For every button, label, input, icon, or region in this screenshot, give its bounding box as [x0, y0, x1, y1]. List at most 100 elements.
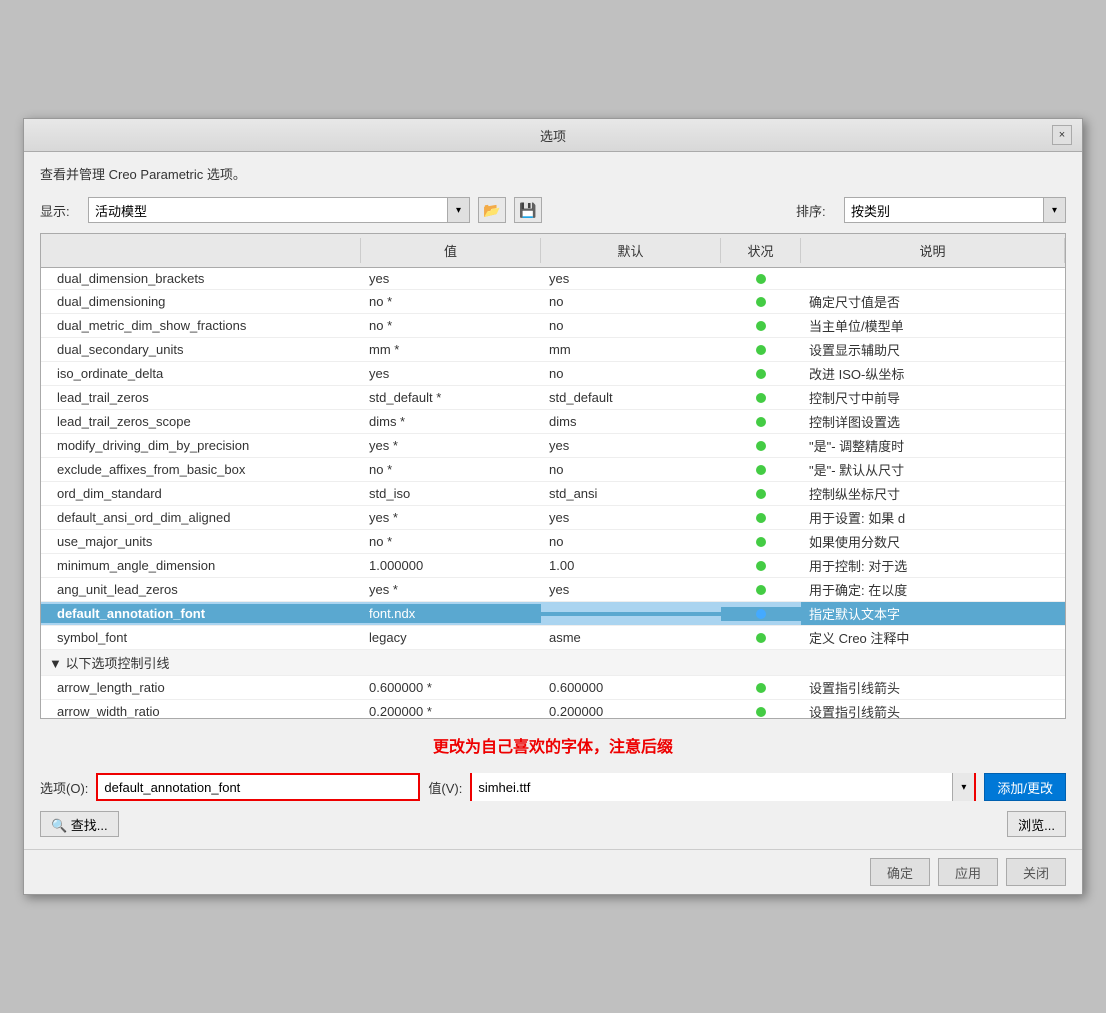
sort-dropdown-container: 按类别 ▾: [844, 197, 1066, 223]
row-name: use_major_units: [41, 532, 361, 551]
close-button[interactable]: 关闭: [1006, 858, 1066, 886]
status-dot: [756, 297, 766, 307]
table-row[interactable]: ang_unit_lead_zeros yes * yes 用于确定: 在以度: [41, 578, 1065, 602]
row-value: no *: [361, 316, 541, 335]
confirm-button[interactable]: 确定: [870, 858, 930, 886]
status-dot: [756, 537, 766, 547]
row-name: default_ansi_ord_dim_aligned: [41, 508, 361, 527]
table-row[interactable]: lead_trail_zeros_scope dims * dims 控制详图设…: [41, 410, 1065, 434]
row-default: 0.200000: [541, 702, 721, 718]
row-value: std_default *: [361, 388, 541, 407]
save-icon[interactable]: 💾: [514, 197, 542, 223]
row-default: yes: [541, 508, 721, 527]
open-folder-icon[interactable]: 📂: [478, 197, 506, 223]
display-dropdown-arrow[interactable]: ▾: [448, 197, 470, 223]
table-row[interactable]: default_ansi_ord_dim_aligned yes * yes 用…: [41, 506, 1065, 530]
table-row[interactable]: arrow_length_ratio 0.600000 * 0.600000 设…: [41, 676, 1065, 700]
status-dot: [756, 513, 766, 523]
row-default: no: [541, 460, 721, 479]
group-header[interactable]: ▼ 以下选项控制引线: [41, 650, 1065, 676]
row-value: dims *: [361, 412, 541, 431]
row-default: [541, 612, 721, 616]
row-value: std_iso: [361, 484, 541, 503]
row-default: mm: [541, 340, 721, 359]
row-status: [721, 583, 801, 597]
value-input[interactable]: [472, 773, 952, 801]
row-desc: 控制尺寸中前导: [801, 386, 1065, 409]
row-value: yes: [361, 364, 541, 383]
search-row: 🔍 查找... 浏览...: [40, 811, 1066, 837]
row-desc: 用于控制: 对于选: [801, 554, 1065, 577]
row-status: [721, 487, 801, 501]
search-button[interactable]: 🔍 查找...: [40, 811, 119, 837]
status-dot: [756, 465, 766, 475]
status-dot: [756, 585, 766, 595]
apply-button[interactable]: 应用: [938, 858, 998, 886]
status-dot: [756, 683, 766, 693]
status-dot: [756, 345, 766, 355]
table-body[interactable]: dual_dimension_brackets yes yes dual_dim…: [41, 268, 1065, 718]
toolbar-row: 显示: 活动模型 ▾ 📂 💾 排序: 按类别 ▾: [40, 197, 1066, 223]
row-name: symbol_font: [41, 628, 361, 647]
add-change-button[interactable]: 添加/更改: [984, 773, 1066, 801]
row-status: [721, 439, 801, 453]
table-row-selected[interactable]: default_annotation_font font.ndx 指定默认文本字: [41, 602, 1065, 626]
row-desc: 控制纵坐标尺寸: [801, 482, 1065, 505]
table-row[interactable]: dual_metric_dim_show_fractions no * no 当…: [41, 314, 1065, 338]
table-row[interactable]: dual_dimension_brackets yes yes: [41, 268, 1065, 290]
group-header-label: ▼ 以下选项控制引线: [49, 653, 169, 672]
browse-button[interactable]: 浏览...: [1007, 811, 1066, 837]
row-desc: "是"- 调整精度时: [801, 434, 1065, 457]
table-row[interactable]: arrow_width_ratio 0.200000 * 0.200000 设置…: [41, 700, 1065, 718]
row-value: yes: [361, 269, 541, 288]
col-desc: 说明: [801, 238, 1065, 263]
row-name: ang_unit_lead_zeros: [41, 580, 361, 599]
option-name-input[interactable]: [98, 775, 418, 799]
dialog-title: 选项: [54, 126, 1052, 145]
table-header: 值 默认 状况 说明: [41, 234, 1065, 268]
value-dropdown-arrow[interactable]: ▾: [952, 773, 974, 801]
row-name: lead_trail_zeros_scope: [41, 412, 361, 431]
row-status: [721, 272, 801, 286]
sort-dropdown[interactable]: 按类别: [844, 197, 1044, 223]
options-input-section: 选项(O): 值(V): ▾ 添加/更改: [40, 773, 1066, 801]
table-row[interactable]: dual_secondary_units mm * mm 设置显示辅助尺: [41, 338, 1065, 362]
row-default: yes: [541, 436, 721, 455]
table-row[interactable]: modify_driving_dim_by_precision yes * ye…: [41, 434, 1065, 458]
row-desc: 设置显示辅助尺: [801, 338, 1065, 361]
row-status: [721, 463, 801, 477]
row-status: [721, 367, 801, 381]
col-name: [41, 238, 361, 263]
row-value: mm *: [361, 340, 541, 359]
table-row[interactable]: symbol_font legacy asme 定义 Creo 注释中: [41, 626, 1065, 650]
row-default: std_default: [541, 388, 721, 407]
table-row[interactable]: minimum_angle_dimension 1.000000 1.00 用于…: [41, 554, 1065, 578]
row-status: [721, 415, 801, 429]
table-row[interactable]: use_major_units no * no 如果使用分数尺: [41, 530, 1065, 554]
row-desc: 当主单位/模型单: [801, 314, 1065, 337]
sort-dropdown-arrow[interactable]: ▾: [1044, 197, 1066, 223]
row-default: asme: [541, 628, 721, 647]
row-desc: 设置指引线箭头: [801, 700, 1065, 718]
row-value: yes *: [361, 436, 541, 455]
row-name: arrow_length_ratio: [41, 678, 361, 697]
table-row[interactable]: lead_trail_zeros std_default * std_defau…: [41, 386, 1065, 410]
row-status: [721, 535, 801, 549]
row-value: 0.600000 *: [361, 678, 541, 697]
table-row[interactable]: dual_dimensioning no * no 确定尺寸值是否: [41, 290, 1065, 314]
col-status: 状况: [721, 238, 801, 263]
display-dropdown[interactable]: 活动模型: [88, 197, 448, 223]
table-row[interactable]: exclude_affixes_from_basic_box no * no "…: [41, 458, 1065, 482]
table-row[interactable]: ord_dim_standard std_iso std_ansi 控制纵坐标尺…: [41, 482, 1065, 506]
close-icon[interactable]: ×: [1052, 125, 1072, 145]
row-value: yes *: [361, 508, 541, 527]
display-label: 显示:: [40, 201, 80, 220]
row-status: [721, 391, 801, 405]
table-row[interactable]: iso_ordinate_delta yes no 改进 ISO-纵坐标: [41, 362, 1065, 386]
row-name: dual_secondary_units: [41, 340, 361, 359]
footer-row: 确定 应用 关闭: [24, 849, 1082, 894]
row-value: 0.200000 *: [361, 702, 541, 718]
row-desc: 指定默认文本字: [801, 602, 1065, 625]
row-status: [721, 681, 801, 695]
display-value: 活动模型: [95, 201, 147, 220]
